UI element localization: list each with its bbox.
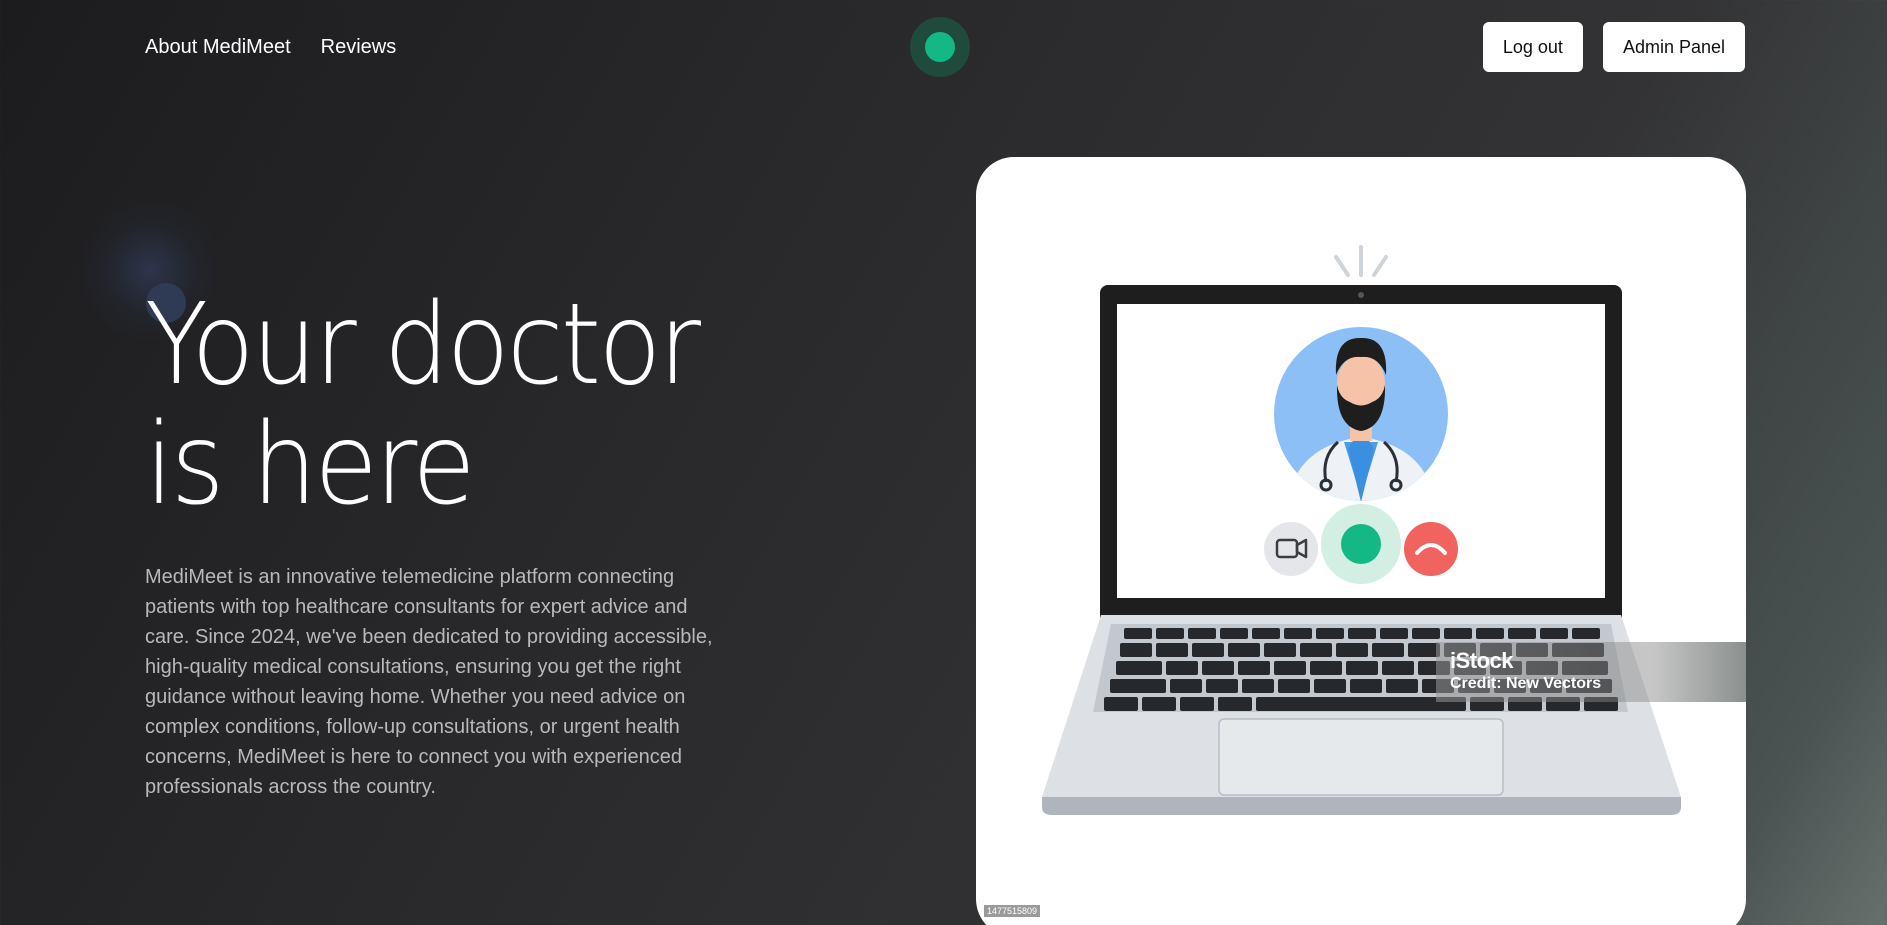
laptop-trackpad <box>1218 718 1504 796</box>
admin-panel-button[interactable]: Admin Panel <box>1602 22 1745 72</box>
hero-image-card: iStock Credit: New Vectors 1477515809 <box>976 157 1746 925</box>
hero-title-line-1: Your doctor <box>145 280 701 410</box>
laptop-illustration <box>1042 245 1681 815</box>
logo-dot <box>925 32 955 62</box>
hero-title: Your doctor is here <box>145 280 701 530</box>
image-id-label: 1477515809 <box>984 905 1041 917</box>
logo[interactable] <box>910 17 970 77</box>
watermark-credit: Credit: New Vectors <box>1450 675 1602 692</box>
nav-link-reviews[interactable]: Reviews <box>321 36 397 59</box>
nav-link-about[interactable]: About MediMeet <box>145 36 291 59</box>
hang-up-icon <box>1404 522 1458 576</box>
nav-buttons: Log out Admin Panel <box>1482 22 1745 72</box>
call-icon <box>1341 524 1381 564</box>
hero-description: MediMeet is an innovative telemedicine p… <box>145 566 713 798</box>
video-camera-icon <box>1264 522 1318 576</box>
logout-button[interactable]: Log out <box>1482 22 1583 72</box>
nav-links: About MediMeet Reviews <box>145 36 396 59</box>
watermark-brand: iStock <box>1450 648 1514 673</box>
image-watermark: iStock Credit: New Vectors <box>1436 642 1746 702</box>
hero-title-line-2: is here <box>145 400 476 530</box>
